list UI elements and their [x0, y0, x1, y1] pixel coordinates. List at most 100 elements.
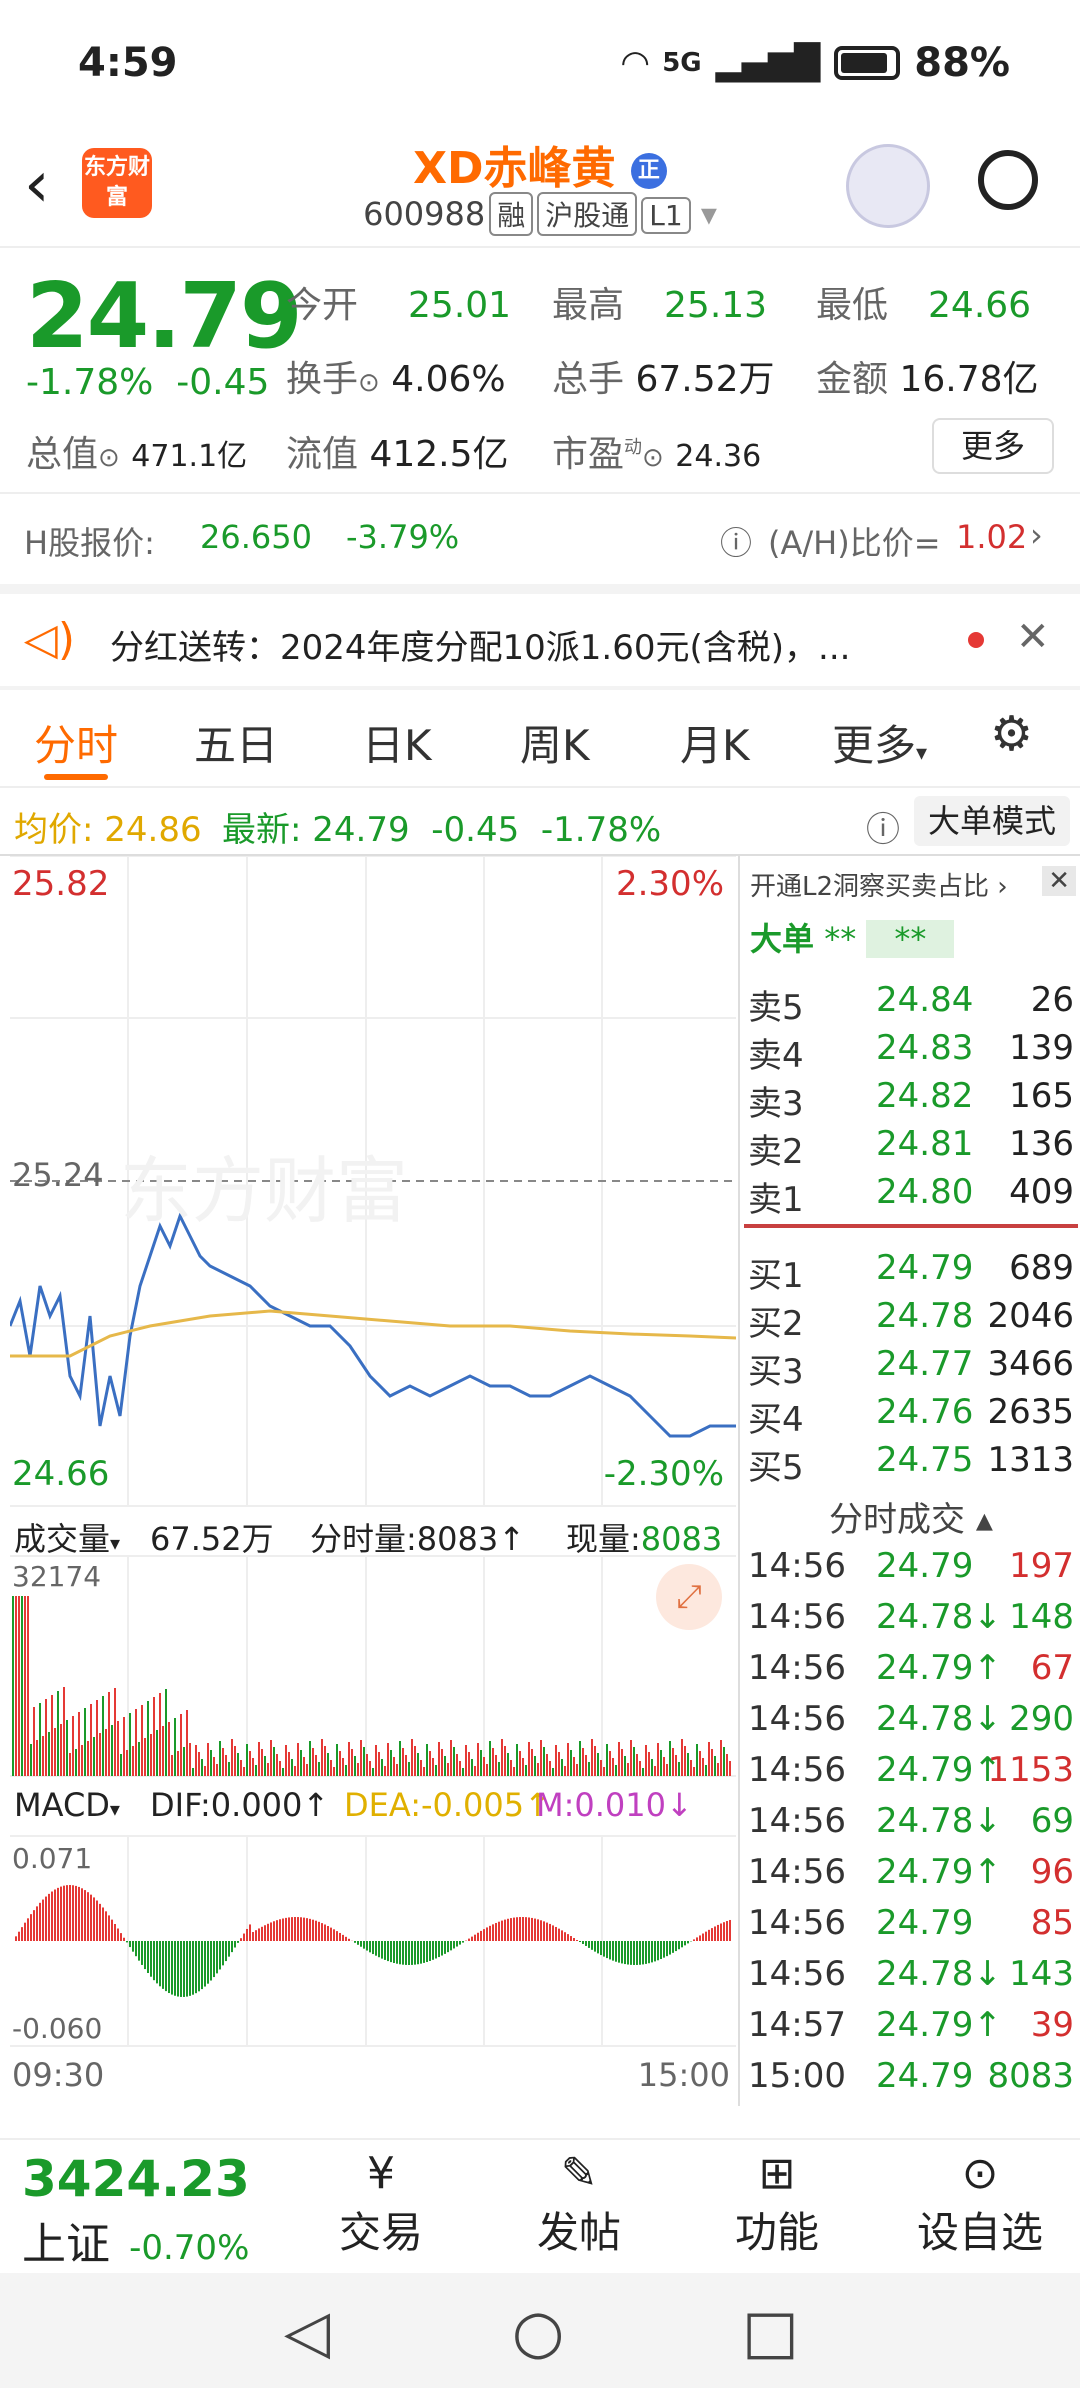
volume-bar — [441, 1749, 443, 1776]
notice-bar[interactable]: ◁) 分红送转：2024年度分配10派1.60元(含税)，... ✕ — [0, 594, 1080, 686]
volume-bar — [243, 1767, 245, 1776]
volume-bar — [687, 1753, 689, 1776]
volume-bar — [27, 1596, 29, 1776]
time-start: 09:30 — [12, 2056, 105, 2094]
macd-bar — [312, 1919, 314, 1941]
macd-bar — [516, 1917, 518, 1941]
more-button[interactable]: 更多 — [932, 418, 1054, 474]
close-icon[interactable]: ✕ — [1016, 614, 1050, 660]
macd-bar — [153, 1941, 155, 1981]
macd-bar — [660, 1941, 662, 1960]
volume-bar — [495, 1755, 497, 1776]
macd-bar — [453, 1941, 455, 1949]
trade-row-cell: 14:56 — [748, 1954, 846, 1994]
speaker-icon: ◁) — [24, 614, 76, 665]
volume-bar — [183, 1747, 185, 1776]
macd-bar — [579, 1941, 581, 1943]
volume-bar — [30, 1744, 32, 1776]
volume-bar — [345, 1765, 347, 1776]
volume-bar — [381, 1759, 383, 1776]
volume-bar — [639, 1761, 641, 1776]
close-icon[interactable]: ✕ — [1042, 866, 1076, 896]
macd-bar — [591, 1941, 593, 1950]
volume-bar — [399, 1741, 401, 1776]
volume-bar — [516, 1744, 518, 1776]
volume-bar — [489, 1741, 491, 1776]
macd-bar — [621, 1941, 623, 1964]
nav-trade-label: 交易 — [338, 2208, 423, 2257]
intraday-chart[interactable]: 东方财富 25.82 2.30% 25.24 24.66 -2.30% 成交量▾… — [8, 855, 737, 2106]
volume-bar — [513, 1767, 515, 1776]
tab-weekly[interactable]: 周K — [520, 712, 590, 773]
chevron-down-icon[interactable]: ▾ — [701, 195, 717, 233]
tab-more[interactable]: 更多▾ — [832, 712, 927, 773]
robot-avatar[interactable] — [846, 144, 930, 228]
info-icon[interactable]: ⊙ — [98, 443, 120, 473]
volume-header: 成交量▾ 67.52万 分时量:8083↑ 现量:8083 — [10, 1506, 736, 1558]
macd-bar — [393, 1941, 395, 1963]
volume-bars — [12, 1596, 731, 1776]
info-icon[interactable]: ⊙ — [642, 443, 664, 473]
macd-bars — [15, 1885, 731, 1997]
dea-value: DEA:-0.005 — [344, 1786, 525, 1824]
l2-row[interactable]: 开通L2洞察买卖占比 › ✕ — [740, 866, 1080, 914]
macd-header: MACD▾ DIF:0.000↑ DEA:-0.005↑ M:0.010↓ — [10, 1776, 736, 1836]
search-icon[interactable] — [978, 150, 1038, 210]
nav-watch[interactable]: ⊙ 设自选 — [900, 2148, 1060, 2260]
macd-bar — [441, 1941, 443, 1956]
trade-row-cell: 14:57 — [748, 2005, 846, 2045]
help-icon[interactable]: ⓘ — [720, 518, 752, 564]
recent-nav-icon[interactable]: □ — [742, 2297, 799, 2367]
volume-label: 总手 — [552, 359, 625, 400]
tab-5day[interactable]: 五日 — [194, 712, 278, 773]
home-nav-icon[interactable]: ○ — [512, 2297, 564, 2367]
volume-bar — [714, 1756, 716, 1776]
tab-monthly[interactable]: 月K — [680, 712, 750, 773]
hshare-pct: -3.79% — [346, 518, 460, 556]
volume-bar — [432, 1758, 434, 1776]
help-icon[interactable]: ⓘ — [866, 802, 900, 851]
macd-bar — [150, 1941, 152, 1977]
tab-intraday[interactable]: 分时 — [34, 712, 118, 773]
trade-row-cell: 24.79↑ — [876, 2005, 1002, 2045]
trades-header[interactable]: 分时成交 ▴ — [740, 1492, 1080, 1540]
volume-bar — [90, 1704, 92, 1776]
nav-trade[interactable]: ¥ 交易 — [326, 2148, 436, 2260]
caret-down-icon: ▾ — [110, 1531, 121, 1555]
macd-bar — [642, 1941, 644, 1965]
y-high-pct: 2.30% — [615, 864, 724, 904]
hshare-row[interactable]: H股报价: 26.650 -3.79% ⓘ (A/H)比价= 1.02 › — [0, 494, 1080, 584]
volume-bar — [231, 1739, 233, 1776]
macd-bar — [663, 1941, 665, 1958]
macd-bar — [294, 1917, 296, 1941]
nav-func[interactable]: ⊞ 功能 — [722, 2148, 832, 2260]
trade-row: 14:56 24.78↓ 143 — [740, 1950, 1080, 1998]
tab-daily[interactable]: 日K — [362, 712, 432, 773]
gear-icon[interactable]: ⚙ — [990, 706, 1033, 762]
index-pct: -0.70% — [129, 2228, 250, 2268]
vol-selector[interactable]: 成交量▾ — [14, 1514, 120, 1560]
macd-bar — [624, 1941, 626, 1965]
watermark: 东方财富 — [120, 1149, 408, 1233]
volume-bar — [696, 1744, 698, 1776]
macd-bar — [657, 1941, 659, 1961]
macd-bar — [63, 1885, 65, 1941]
volume-bar — [132, 1746, 134, 1776]
volume-bar — [264, 1756, 266, 1776]
macd-bar — [45, 1896, 47, 1941]
macd-bar — [384, 1941, 386, 1960]
macd-selector[interactable]: MACD▾ — [14, 1786, 120, 1824]
index-widget[interactable]: 3424.23 上证 -0.70% — [22, 2150, 250, 2272]
trade-row: 14:56 24.79↑ 1153 — [740, 1746, 1080, 1794]
hshare-price: 26.650 — [200, 518, 312, 556]
volume-bar — [99, 1733, 101, 1776]
info-icon[interactable]: ⊙ — [358, 368, 380, 398]
bid-row-cell: 24.77 — [876, 1344, 974, 1384]
back-nav-icon[interactable]: ◁ — [284, 2297, 330, 2367]
volume-bar — [204, 1766, 206, 1776]
nav-post[interactable]: ✎ 发帖 — [524, 2148, 634, 2260]
macd-bar — [321, 1923, 323, 1941]
bigorder-mode-button[interactable]: 大单模式 — [914, 796, 1070, 846]
volume-bar — [708, 1742, 710, 1776]
volume-bar — [624, 1756, 626, 1776]
